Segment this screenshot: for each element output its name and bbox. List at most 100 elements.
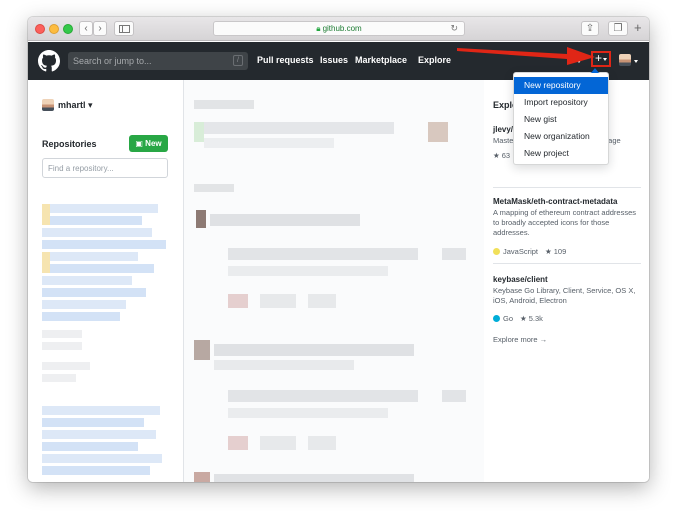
feed-item bbox=[260, 436, 296, 450]
close-window-button[interactable] bbox=[35, 24, 45, 34]
list-item[interactable] bbox=[42, 430, 156, 439]
list-item[interactable] bbox=[42, 240, 166, 249]
list-item bbox=[42, 330, 82, 338]
forward-button[interactable]: › bbox=[93, 21, 107, 36]
list-item[interactable] bbox=[42, 466, 150, 475]
list-item[interactable] bbox=[42, 288, 146, 297]
zoom-window-button[interactable] bbox=[63, 24, 73, 34]
reload-icon[interactable]: ↻ bbox=[450, 22, 458, 35]
chevron-right-icon: › bbox=[98, 23, 102, 34]
list-item-icon bbox=[42, 252, 50, 273]
list-item[interactable] bbox=[42, 442, 138, 451]
list-item-icon bbox=[42, 204, 50, 225]
find-repository-input[interactable] bbox=[42, 158, 168, 178]
language-color-icon bbox=[493, 315, 500, 322]
star-icon: ★ bbox=[520, 314, 527, 323]
feed-avatar bbox=[196, 210, 206, 228]
browser-window: ‹ › 🔒︎ github.com ↻ ⇪ ❐ + Search or jump … bbox=[28, 17, 649, 482]
minimize-window-button[interactable] bbox=[49, 24, 59, 34]
nav-marketplace[interactable]: Marketplace bbox=[355, 55, 407, 65]
menu-item-new-project[interactable]: New project bbox=[514, 145, 608, 162]
divider bbox=[493, 263, 641, 264]
explore-repo-meta: JavaScript ★ 109 bbox=[493, 247, 566, 256]
github-logo-icon[interactable] bbox=[38, 50, 60, 72]
feed-avatar bbox=[194, 122, 204, 142]
create-new-dropdown: New repository Import repository New gis… bbox=[513, 67, 609, 165]
user-avatar[interactable] bbox=[42, 99, 54, 111]
list-item[interactable] bbox=[42, 228, 152, 237]
username-label: mhartl bbox=[58, 100, 86, 110]
search-placeholder: Search or jump to... bbox=[73, 56, 152, 66]
feed-item[interactable] bbox=[214, 344, 414, 356]
list-item[interactable] bbox=[42, 406, 160, 415]
feed-item bbox=[228, 294, 248, 308]
context-switcher[interactable]: mhartl ▾ bbox=[58, 100, 93, 111]
explore-more-link[interactable]: Explore more → bbox=[493, 335, 547, 344]
menu-item-import-repository[interactable]: Import repository bbox=[514, 94, 608, 111]
back-button[interactable]: ‹ bbox=[79, 21, 93, 36]
list-item[interactable] bbox=[42, 264, 154, 273]
list-item bbox=[42, 342, 82, 350]
star-icon: ★ bbox=[545, 247, 552, 256]
sidebar-icon bbox=[118, 25, 130, 33]
address-bar[interactable]: 🔒︎ github.com ↻ bbox=[213, 21, 465, 36]
list-item[interactable] bbox=[42, 312, 120, 321]
list-item bbox=[42, 362, 90, 370]
news-feed bbox=[184, 80, 484, 482]
feed-item bbox=[214, 474, 414, 482]
menu-item-new-repository[interactable]: New repository bbox=[514, 77, 608, 94]
sidebar-toggle-button[interactable] bbox=[114, 21, 134, 36]
header-avatar[interactable] bbox=[619, 54, 631, 66]
avatar-caret-icon[interactable] bbox=[634, 60, 638, 63]
feed-item bbox=[228, 266, 388, 276]
list-item[interactable] bbox=[42, 418, 144, 427]
address-text: github.com bbox=[322, 24, 362, 33]
feed-avatar bbox=[194, 340, 210, 360]
feed-item[interactable] bbox=[204, 122, 394, 134]
explore-repo-description: Keybase Go Library, Client, Service, OS … bbox=[493, 286, 636, 305]
feed-item bbox=[442, 248, 466, 260]
caret-down-icon bbox=[603, 58, 607, 61]
nav-pull-requests[interactable]: Pull requests bbox=[257, 55, 314, 65]
explore-repo-meta: ★ 63 bbox=[493, 151, 510, 160]
nav-explore[interactable]: Explore bbox=[418, 55, 451, 65]
feed-item[interactable] bbox=[228, 390, 418, 402]
annotation-arrow-icon bbox=[457, 47, 595, 65]
explore-repo-name[interactable]: MetaMask/eth-contract-metadata bbox=[493, 197, 617, 206]
explore-repo-meta: Go ★ 5.3k bbox=[493, 314, 543, 323]
star-count: 109 bbox=[553, 247, 567, 256]
feed-item bbox=[204, 138, 334, 148]
new-repository-button[interactable]: ▣ New bbox=[129, 135, 168, 152]
feed-item bbox=[308, 294, 336, 308]
feed-item[interactable] bbox=[210, 214, 360, 226]
new-tab-button[interactable]: + bbox=[634, 21, 642, 35]
list-item bbox=[42, 374, 76, 382]
explore-repo-name[interactable]: keybase/client bbox=[493, 275, 548, 284]
list-item[interactable] bbox=[42, 252, 138, 261]
list-item[interactable] bbox=[42, 276, 132, 285]
star-count: 5.3k bbox=[528, 314, 543, 323]
list-item[interactable] bbox=[42, 454, 162, 463]
repositories-heading: Repositories bbox=[42, 139, 97, 149]
menu-item-new-organization[interactable]: New organization bbox=[514, 128, 608, 145]
search-input[interactable]: Search or jump to... / bbox=[68, 52, 248, 70]
language-color-icon bbox=[493, 248, 500, 255]
repo-icon: ▣ bbox=[135, 139, 143, 148]
feed-item[interactable] bbox=[228, 248, 418, 260]
list-item[interactable] bbox=[42, 300, 126, 309]
caret-down-icon: ▾ bbox=[88, 100, 93, 110]
browser-toolbar: ‹ › 🔒︎ github.com ↻ ⇪ ❐ + bbox=[28, 17, 649, 41]
share-button[interactable]: ⇪ bbox=[581, 21, 599, 36]
star-count: 63 bbox=[501, 151, 511, 160]
list-item[interactable] bbox=[42, 204, 158, 213]
repo-language: Go bbox=[503, 314, 514, 323]
chevron-left-icon: ‹ bbox=[84, 23, 88, 34]
menu-item-new-gist[interactable]: New gist bbox=[514, 111, 608, 128]
dashboard-sidebar: mhartl ▾ Repositories ▣ New bbox=[28, 80, 184, 482]
star-icon: ★ bbox=[493, 151, 500, 160]
list-item[interactable] bbox=[42, 216, 142, 225]
show-tabs-button[interactable]: ❐ bbox=[608, 21, 628, 36]
nav-issues[interactable]: Issues bbox=[320, 55, 348, 65]
explore-repo-description: A mapping of ethereum contract addresses… bbox=[493, 208, 636, 237]
feed-heading bbox=[194, 184, 234, 192]
